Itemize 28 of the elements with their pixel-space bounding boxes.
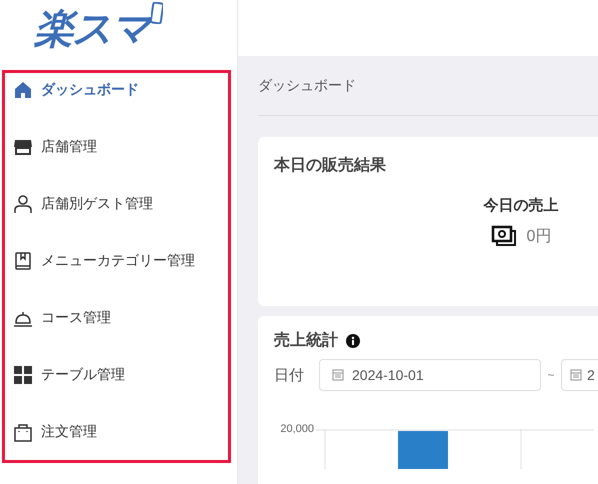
shopping-bag-icon xyxy=(13,422,33,442)
sidebar-item[interactable]: メニューカテゴリー管理 xyxy=(8,246,228,276)
home-icon xyxy=(13,80,33,100)
card-title: 売上統計 xyxy=(274,330,338,351)
metric-value: 0円 xyxy=(526,226,552,246)
sidebar-item[interactable]: 注文管理 xyxy=(8,417,228,447)
person-icon xyxy=(13,194,33,214)
sidebar-item[interactable]: 店舗別ゲスト管理 xyxy=(8,189,228,219)
info-icon[interactable] xyxy=(346,334,360,348)
date-label: 日付 xyxy=(274,366,305,384)
sidebar-item[interactable]: 店舗管理 xyxy=(8,132,228,162)
store-icon xyxy=(13,137,33,157)
date-field[interactable]: 2 xyxy=(561,359,598,391)
breadcrumb: ダッシュボード xyxy=(258,76,356,94)
axis-tick-label: 20,000 xyxy=(279,423,314,437)
sidebar-item[interactable]: ダッシュボード xyxy=(8,75,228,105)
card-title: 本日の販売結果 xyxy=(274,156,387,176)
metric-label: 今日の売上 xyxy=(484,196,558,215)
calendar-icon xyxy=(332,369,344,381)
book-icon xyxy=(13,251,33,271)
logo: 楽スマ xyxy=(34,6,150,53)
cash-icon xyxy=(490,225,517,247)
grid-icon xyxy=(13,365,33,385)
calendar-icon xyxy=(570,369,582,381)
sidebar-item[interactable]: テーブル管理 xyxy=(8,360,228,390)
date-field[interactable]: 2024-10-01 xyxy=(319,359,541,391)
range-separator: ~ xyxy=(546,368,556,382)
sidebar-item[interactable]: コース管理 xyxy=(8,303,228,333)
